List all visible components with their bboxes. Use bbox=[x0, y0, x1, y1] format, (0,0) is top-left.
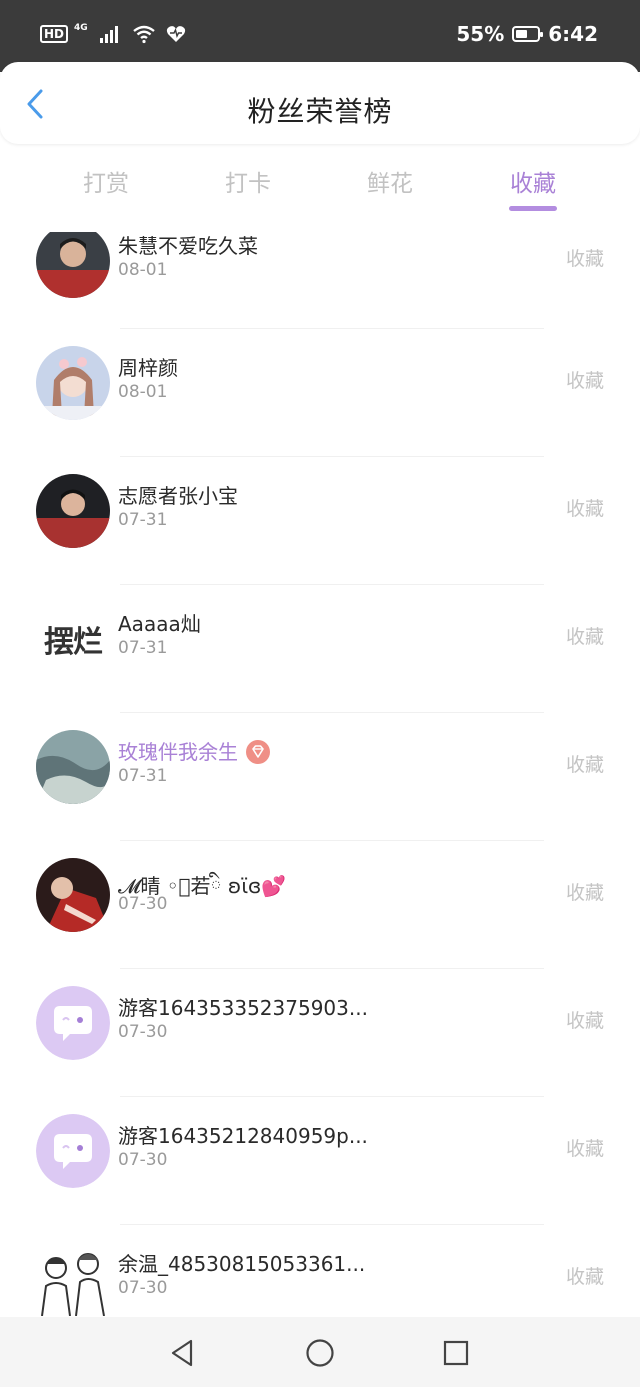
health-heart-icon bbox=[166, 26, 185, 42]
favorite-action: 收藏 bbox=[565, 498, 604, 520]
tab-tips[interactable]: 打赏 bbox=[56, 164, 156, 198]
user-name-text: 玫瑰伴我余生 bbox=[118, 740, 238, 764]
favorite-action: 收藏 bbox=[565, 248, 604, 270]
tab-label: 打卡 bbox=[225, 171, 271, 197]
date-label: 07-30 bbox=[118, 1278, 168, 1298]
favorite-action: 收藏 bbox=[565, 626, 604, 648]
user-name: 志愿者张小宝 bbox=[118, 484, 238, 508]
favorite-action: 收藏 bbox=[565, 754, 604, 776]
list-item[interactable]: 游客16435212840959p... 07-30 收藏 bbox=[0, 1096, 640, 1224]
favorite-action: 收藏 bbox=[565, 882, 604, 904]
nav-recents-button[interactable] bbox=[440, 1337, 472, 1369]
avatar[interactable] bbox=[36, 346, 110, 420]
list-item[interactable]: 余温_48530815053361... 07-30 收藏 bbox=[0, 1224, 640, 1317]
date-label: 07-30 bbox=[118, 1150, 168, 1170]
avatar[interactable]: 摆烂 bbox=[36, 602, 110, 676]
wifi-icon bbox=[132, 25, 155, 44]
avatar[interactable] bbox=[36, 1242, 110, 1316]
list-item[interactable]: 志愿者张小宝 07-31 收藏 bbox=[0, 456, 640, 584]
avatar[interactable] bbox=[36, 1114, 110, 1188]
favorite-action: 收藏 bbox=[565, 370, 604, 392]
tab-flowers[interactable]: 鲜花 bbox=[340, 164, 440, 198]
network-type: 4G bbox=[74, 23, 88, 33]
header-bar: 粉丝荣誉榜 bbox=[0, 62, 640, 144]
tab-checkin[interactable]: 打卡 bbox=[198, 164, 298, 198]
avatar-text: 摆烂 bbox=[44, 625, 103, 660]
avatar[interactable] bbox=[36, 232, 110, 298]
divider bbox=[120, 712, 544, 713]
avatar[interactable] bbox=[36, 474, 110, 548]
tab-label: 收藏 bbox=[510, 171, 556, 197]
tab-label: 鲜花 bbox=[367, 171, 413, 197]
favorite-action: 收藏 bbox=[565, 1138, 604, 1160]
chat-bubble-icon bbox=[36, 986, 110, 1060]
active-tab-indicator bbox=[509, 206, 557, 211]
user-name: 朱慧不爱吃久菜 bbox=[118, 234, 258, 258]
date-label: 08-01 bbox=[118, 260, 168, 280]
divider bbox=[120, 1224, 544, 1225]
date-label: 07-31 bbox=[118, 510, 168, 530]
date-label: 07-30 bbox=[118, 1022, 168, 1042]
signal-icon bbox=[99, 25, 118, 43]
date-label: 07-30 bbox=[118, 894, 168, 914]
date-label: 07-31 bbox=[118, 766, 168, 786]
user-name: 游客164353352375903... bbox=[118, 996, 368, 1020]
avatar[interactable] bbox=[36, 858, 110, 932]
divider bbox=[120, 968, 544, 969]
fan-list[interactable]: 朱慧不爱吃久菜 08-01 收藏 周梓颜 08-01 收藏 志愿者张小宝 07-… bbox=[0, 232, 640, 1317]
list-item[interactable]: 游客164353352375903... 07-30 收藏 bbox=[0, 968, 640, 1096]
list-item[interactable]: 朱慧不爱吃久菜 08-01 收藏 bbox=[0, 232, 640, 334]
tab-label: 打赏 bbox=[83, 171, 129, 197]
nav-back-button[interactable] bbox=[166, 1337, 198, 1369]
avatar[interactable] bbox=[36, 986, 110, 1060]
divider bbox=[120, 1096, 544, 1097]
circle-home-icon bbox=[306, 1339, 334, 1367]
divider bbox=[120, 584, 544, 585]
divider bbox=[120, 456, 544, 457]
clock: 6:42 bbox=[548, 22, 598, 46]
list-item[interactable]: 周梓颜 08-01 收藏 bbox=[0, 328, 640, 456]
nav-home-button[interactable] bbox=[304, 1337, 336, 1369]
user-name: Aaaaa灿 bbox=[118, 612, 201, 636]
date-label: 07-31 bbox=[118, 638, 168, 658]
tab-bar: 打赏 打卡 鲜花 收藏 bbox=[0, 160, 640, 216]
gem-badge-icon bbox=[246, 739, 270, 764]
user-name: 周梓颜 bbox=[118, 356, 178, 380]
battery-percent: 55% bbox=[456, 22, 505, 46]
hd-indicator: HD bbox=[40, 25, 69, 43]
list-item[interactable]: 𝓜晴 ◦゚若ི ʚϊɞ💕 07-30 收藏 bbox=[0, 840, 640, 968]
divider bbox=[120, 840, 544, 841]
triangle-back-icon bbox=[171, 1339, 193, 1367]
user-name: 余温_48530815053361... bbox=[118, 1252, 366, 1276]
tab-favorites[interactable]: 收藏 bbox=[483, 164, 583, 211]
chat-bubble-icon bbox=[36, 1114, 110, 1188]
system-nav-bar bbox=[0, 1317, 640, 1387]
favorite-action: 收藏 bbox=[565, 1010, 604, 1032]
favorite-action: 收藏 bbox=[565, 1266, 604, 1288]
avatar[interactable] bbox=[36, 730, 110, 804]
battery-icon bbox=[512, 26, 544, 42]
date-label: 08-01 bbox=[118, 382, 168, 402]
square-recents-icon bbox=[443, 1340, 469, 1366]
page-title: 粉丝荣誉榜 bbox=[247, 95, 393, 128]
list-item[interactable]: 摆烂 Aaaaa灿 07-31 收藏 bbox=[0, 584, 640, 712]
divider bbox=[120, 328, 544, 329]
user-name: 玫瑰伴我余生 bbox=[118, 736, 270, 766]
user-name: 游客16435212840959p... bbox=[118, 1124, 368, 1148]
list-item[interactable]: 玫瑰伴我余生 07-31 收藏 bbox=[0, 712, 640, 840]
